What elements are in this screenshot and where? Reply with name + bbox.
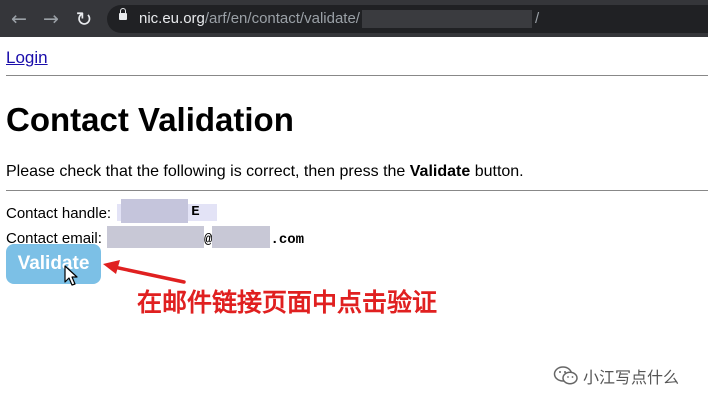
handle-suffix: E	[191, 204, 200, 220]
instruction-text: Please check that the following is corre…	[6, 163, 524, 181]
forward-arrow-icon[interactable]: →	[38, 6, 64, 32]
address-bar[interactable]: nic.eu.org/arf/en/contact/validate/ /	[107, 5, 708, 33]
url-redacted	[361, 10, 532, 28]
instruction-prefix: Please check that the following is corre…	[6, 163, 410, 180]
divider-bottom	[6, 190, 708, 191]
contact-handle-label: Contact handle:	[6, 205, 112, 222]
redaction-blur	[212, 226, 271, 248]
wechat-icon	[553, 366, 578, 385]
validate-button[interactable]: Validate	[6, 244, 101, 284]
annotation-text: 在邮件链接页面中点击验证	[137, 288, 438, 317]
email-suffix: .com	[270, 232, 305, 248]
url-text: nic.eu.org/arf/en/contact/validate/ /	[139, 10, 539, 28]
divider-top	[6, 75, 708, 76]
watermark-text: 小江写点什么	[583, 368, 680, 387]
back-arrow-icon[interactable]: ←	[6, 6, 32, 32]
url-tail: /	[534, 10, 540, 27]
redaction-blur	[107, 226, 205, 248]
instruction-bold: Validate	[409, 163, 471, 180]
login-link[interactable]: Login	[6, 48, 48, 68]
reload-icon[interactable]: ↻	[71, 6, 97, 32]
contact-handle-row: Contact handle: E	[6, 199, 218, 223]
mouse-cursor-icon	[64, 265, 78, 286]
instruction-suffix: button.	[470, 163, 524, 180]
page-title: Contact Validation	[6, 101, 294, 138]
url-path: /arf/en/contact/validate/	[204, 10, 360, 27]
lock-icon	[119, 8, 127, 20]
url-host: nic.eu.org	[139, 10, 205, 27]
contact-handle-value: E	[117, 199, 218, 223]
email-at: @	[204, 232, 213, 248]
browser-toolbar: ← → ↻ nic.eu.org/arf/en/contact/validate…	[0, 0, 708, 37]
watermark: 小江写点什么	[553, 364, 679, 390]
redaction-blur	[121, 199, 189, 223]
